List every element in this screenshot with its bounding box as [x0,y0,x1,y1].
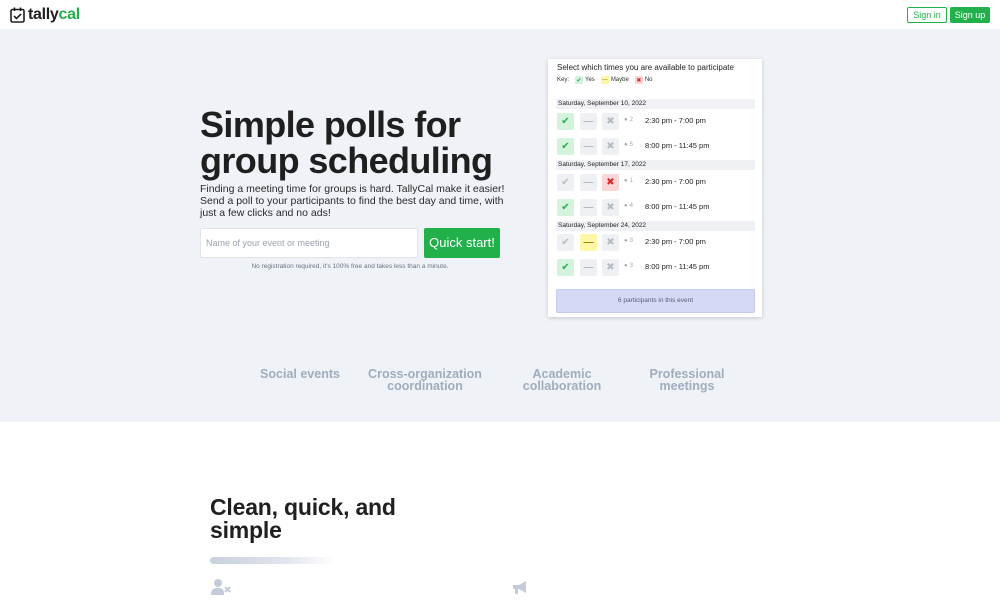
person-icon: ● [624,238,628,244]
brand-name-part1: tally [28,6,59,23]
yes-check-icon[interactable]: ✔ [557,138,574,155]
maybe-dash-icon[interactable]: — [580,174,597,191]
time-slot: ✔ — ✖ ● 3 8:00 pm - 11:45 pm [557,259,755,276]
person-icon: ● [624,142,628,148]
slot-time: 2:30 pm - 7:00 pm [645,116,706,125]
yes-check-icon[interactable]: ✔ [557,199,574,216]
participant-count-value: 5 [629,142,633,148]
event-name-input[interactable] [200,228,418,258]
participant-count: ● 3 [624,263,633,269]
poll-key: Key: ✔ Yes — Maybe ✖ No [557,76,653,84]
date-header: Saturday, September 17, 2022 [556,160,755,170]
participant-count: ● 4 [624,203,633,209]
category-professional-meetings: Professional meetings [649,367,725,393]
hero-section: Simple polls for group scheduling Findin… [0,30,1000,422]
brand-logo[interactable]: tallycal [10,6,80,24]
category-social-events: Social events [260,367,340,381]
person-icon: ● [624,263,628,269]
time-slot: ✔ — ✖ ● 4 8:00 pm - 11:45 pm [557,199,755,216]
hero-title: Simple polls for group scheduling [200,104,493,181]
slot-time: 8:00 pm - 11:45 pm [645,202,710,211]
hero-note: No registration required, it's 100% free… [251,263,449,270]
yes-check-icon: ✔ [575,76,584,84]
time-slot: ✔ — ✖ ● 1 2:30 pm - 7:00 pm [557,174,755,191]
participant-count: ● 2 [624,117,633,123]
megaphone-icon [513,581,526,594]
participant-count: ● 3 [624,238,633,244]
poll-preview-card: Select which times you are available to … [548,59,762,317]
section-title: Clean, quick, and simple [210,494,396,543]
quick-start-button[interactable]: Quick start! [424,228,500,258]
participant-count: ● 1 [624,178,633,184]
poll-heading: Select which times you are available to … [557,63,734,72]
no-cross-icon: ✖ [634,76,643,84]
yes-check-icon[interactable]: ✔ [557,234,574,251]
participant-count: ● 5 [624,142,633,148]
date-header: Saturday, September 24, 2022 [556,221,755,231]
brand-name-part2: cal [58,6,81,23]
slot-time: 8:00 pm - 11:45 pm [645,262,710,271]
participant-count-value: 2 [629,117,633,123]
maybe-dash-icon[interactable]: — [580,138,597,155]
category-academic-collaboration: Academic collaboration [522,367,602,393]
section-divider [210,557,336,564]
slot-time: 8:00 pm - 11:45 pm [645,141,710,150]
slot-time: 2:30 pm - 7:00 pm [645,177,706,186]
hero-description: Finding a meeting time for groups is har… [200,183,505,219]
top-navbar: tallycal Sign in Sign up [0,0,1000,30]
participants-summary: 6 participants in this event [556,289,755,313]
participant-count-value: 1 [629,178,633,184]
time-slot: ✔ — ✖ ● 2 2:30 pm - 7:00 pm [557,113,755,130]
key-yes-label: Yes [585,77,595,83]
maybe-dash-icon[interactable]: — [580,113,597,130]
key-no-label: No [644,77,653,83]
calendar-check-icon [10,7,25,23]
time-slot: ✔ — ✖ ● 5 8:00 pm - 11:45 pm [557,138,755,155]
person-icon: ● [624,117,628,123]
sign-up-button[interactable]: Sign up [950,7,990,23]
time-slot: ✔ — ✖ ● 3 2:30 pm - 7:00 pm [557,234,755,251]
category-cross-organization: Cross-organization coordination [368,367,482,393]
participant-count-value: 4 [629,203,633,209]
no-cross-icon[interactable]: ✖ [602,174,619,191]
person-icon: ● [624,178,628,184]
user-x-icon [211,579,231,595]
brand-name: tallycal [28,6,80,24]
maybe-dash-icon[interactable]: — [580,259,597,276]
maybe-dash-icon[interactable]: — [580,234,597,251]
yes-check-icon[interactable]: ✔ [557,259,574,276]
yes-check-icon[interactable]: ✔ [557,174,574,191]
no-cross-icon[interactable]: ✖ [602,138,619,155]
no-cross-icon[interactable]: ✖ [602,113,619,130]
date-header: Saturday, September 10, 2022 [556,99,755,109]
sign-in-button[interactable]: Sign in [907,7,947,23]
maybe-dash-icon: — [600,76,609,84]
participant-count-value: 3 [629,238,633,244]
no-cross-icon[interactable]: ✖ [602,259,619,276]
slot-time: 2:30 pm - 7:00 pm [645,237,706,246]
person-icon: ● [624,203,628,209]
key-label: Key: [557,77,570,83]
maybe-dash-icon[interactable]: — [580,199,597,216]
no-cross-icon[interactable]: ✖ [602,234,619,251]
participant-count-value: 3 [629,263,633,269]
yes-check-icon[interactable]: ✔ [557,113,574,130]
key-maybe-label: Maybe [610,77,629,83]
no-cross-icon[interactable]: ✖ [602,199,619,216]
